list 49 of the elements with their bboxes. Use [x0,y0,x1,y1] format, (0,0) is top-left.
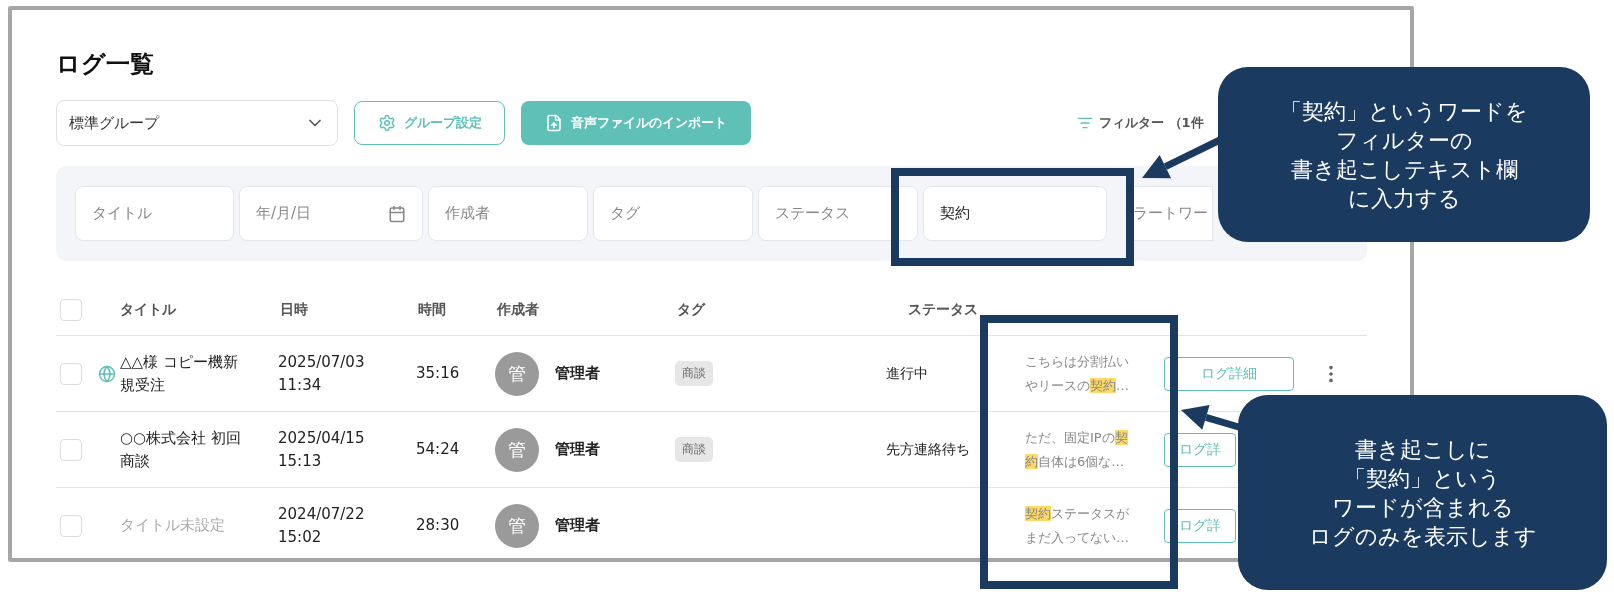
status: 先方連絡待ち [886,440,971,459]
filter-icon [1077,115,1093,131]
row-checkbox[interactable] [60,514,82,537]
filter-field[interactable]: タグ [593,186,753,241]
select-all-checkbox[interactable] [60,299,82,321]
duration: 54:24 [416,439,461,460]
status: 進行中 [886,364,929,383]
filter-field[interactable]: 作成者 [428,186,588,241]
transcript-excerpt: 契約ステータスがまだ入ってない… [1025,504,1130,547]
log-title: タイトル未設定 [120,515,226,536]
file-upload-icon [545,114,563,132]
column-header: ステータス [907,301,979,319]
avatar: 管 [495,427,539,472]
column-header: タイトル [120,301,177,319]
date-time: 2025/04/15 15:13 [278,427,366,472]
page-title: ログ一覧 [56,49,155,80]
row-checkbox[interactable] [60,362,82,385]
log-title: ○○株式会社 初回商談 [120,427,242,472]
import-button[interactable]: 音声ファイルのインポート [521,101,751,145]
tag: 商談 [675,361,713,386]
log-detail-button[interactable]: ログ詳細 [1164,356,1294,391]
transcript-excerpt: こちらは分割払いやリースの契約… [1025,352,1130,395]
avatar: 管 [495,351,539,396]
callout: 「契約」というワードを フィルターの 書き起こしテキスト欄 に入力する [1218,67,1590,242]
author-name: 管理者 [555,440,600,459]
callout: 書き起こしに 「契約」という ワードが含まれる ログのみを表示します [1238,395,1607,590]
date-field[interactable]: 年/月/日 [239,186,423,241]
group-select[interactable]: 標準グループ [56,100,338,146]
column-header: 作成者 [495,301,540,319]
duration: 35:16 [416,363,461,384]
settings-icon [377,114,396,132]
filter-toggle[interactable]: フィルター （1件 [1077,114,1204,132]
tag: 商談 [675,437,713,462]
author-name: 管理者 [555,364,600,383]
column-header: 日時 [279,301,309,319]
filter-field[interactable]: ステータス [758,186,918,241]
column-header: タグ [676,301,707,319]
date-time: 2025/07/03 11:34 [278,351,366,396]
filter-field[interactable]: タイトル [75,186,234,241]
author-name: 管理者 [555,516,600,535]
filter-field[interactable]: 契約 [923,186,1107,241]
group-settings-button[interactable]: グループ設定 [354,101,505,145]
duration: 28:30 [416,515,461,536]
calendar-icon [388,204,406,223]
log-title: △△様 コピー機新規受注 [120,351,239,396]
date-time: 2024/07/22 15:02 [278,503,366,548]
row-checkbox[interactable] [60,438,82,461]
avatar: 管 [495,503,539,548]
column-header: 時間 [417,301,447,319]
